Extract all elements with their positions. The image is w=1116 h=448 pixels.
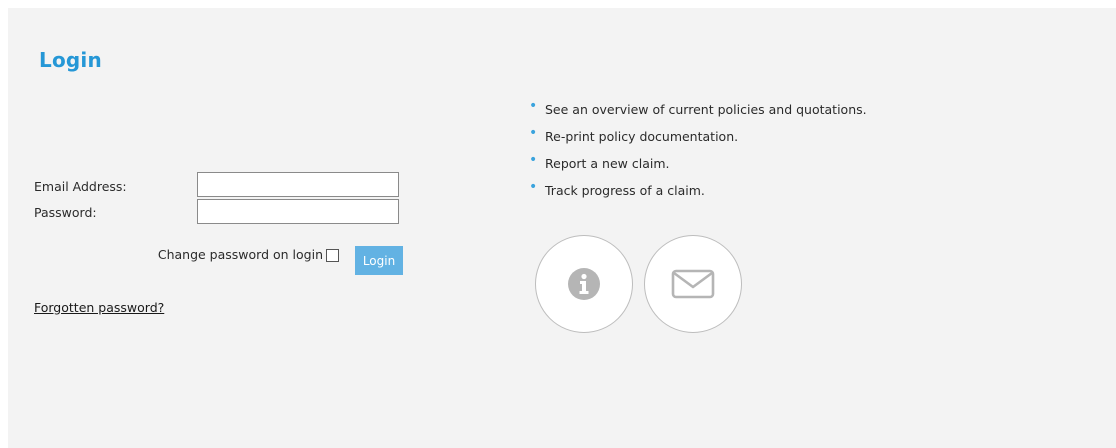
bullet-icon: • (529, 98, 538, 114)
change-password-label: Change password on login (157, 247, 323, 262)
feature-list: • See an overview of current policies an… (527, 98, 867, 210)
page-title: Login (39, 48, 102, 72)
forgotten-password-link[interactable]: Forgotten password? (34, 300, 164, 315)
contact-button[interactable] (644, 235, 742, 333)
feature-item-text: Re-print policy documentation. (545, 129, 739, 144)
feature-item: • Track progress of a claim. (527, 179, 867, 210)
email-field[interactable] (197, 172, 399, 197)
feature-item-text: See an overview of current policies and … (545, 102, 867, 117)
change-password-checkbox[interactable] (326, 249, 339, 262)
password-field[interactable] (197, 199, 399, 224)
feature-item: • See an overview of current policies an… (527, 98, 867, 129)
envelope-icon (671, 269, 715, 299)
bullet-icon: • (529, 152, 538, 168)
feature-item: • Report a new claim. (527, 152, 867, 183)
bullet-icon: • (529, 179, 538, 195)
email-label: Email Address: (34, 179, 127, 194)
feature-item-text: Track progress of a claim. (545, 183, 705, 198)
info-icon (568, 268, 600, 300)
feature-item-text: Report a new claim. (545, 156, 670, 171)
login-button[interactable]: Login (355, 246, 403, 275)
feature-item: • Re-print policy documentation. (527, 125, 867, 156)
bullet-icon: • (529, 125, 538, 141)
password-label: Password: (34, 205, 97, 220)
login-panel: Login Email Address: Password: Change pa… (8, 8, 1116, 448)
info-button[interactable] (535, 235, 633, 333)
